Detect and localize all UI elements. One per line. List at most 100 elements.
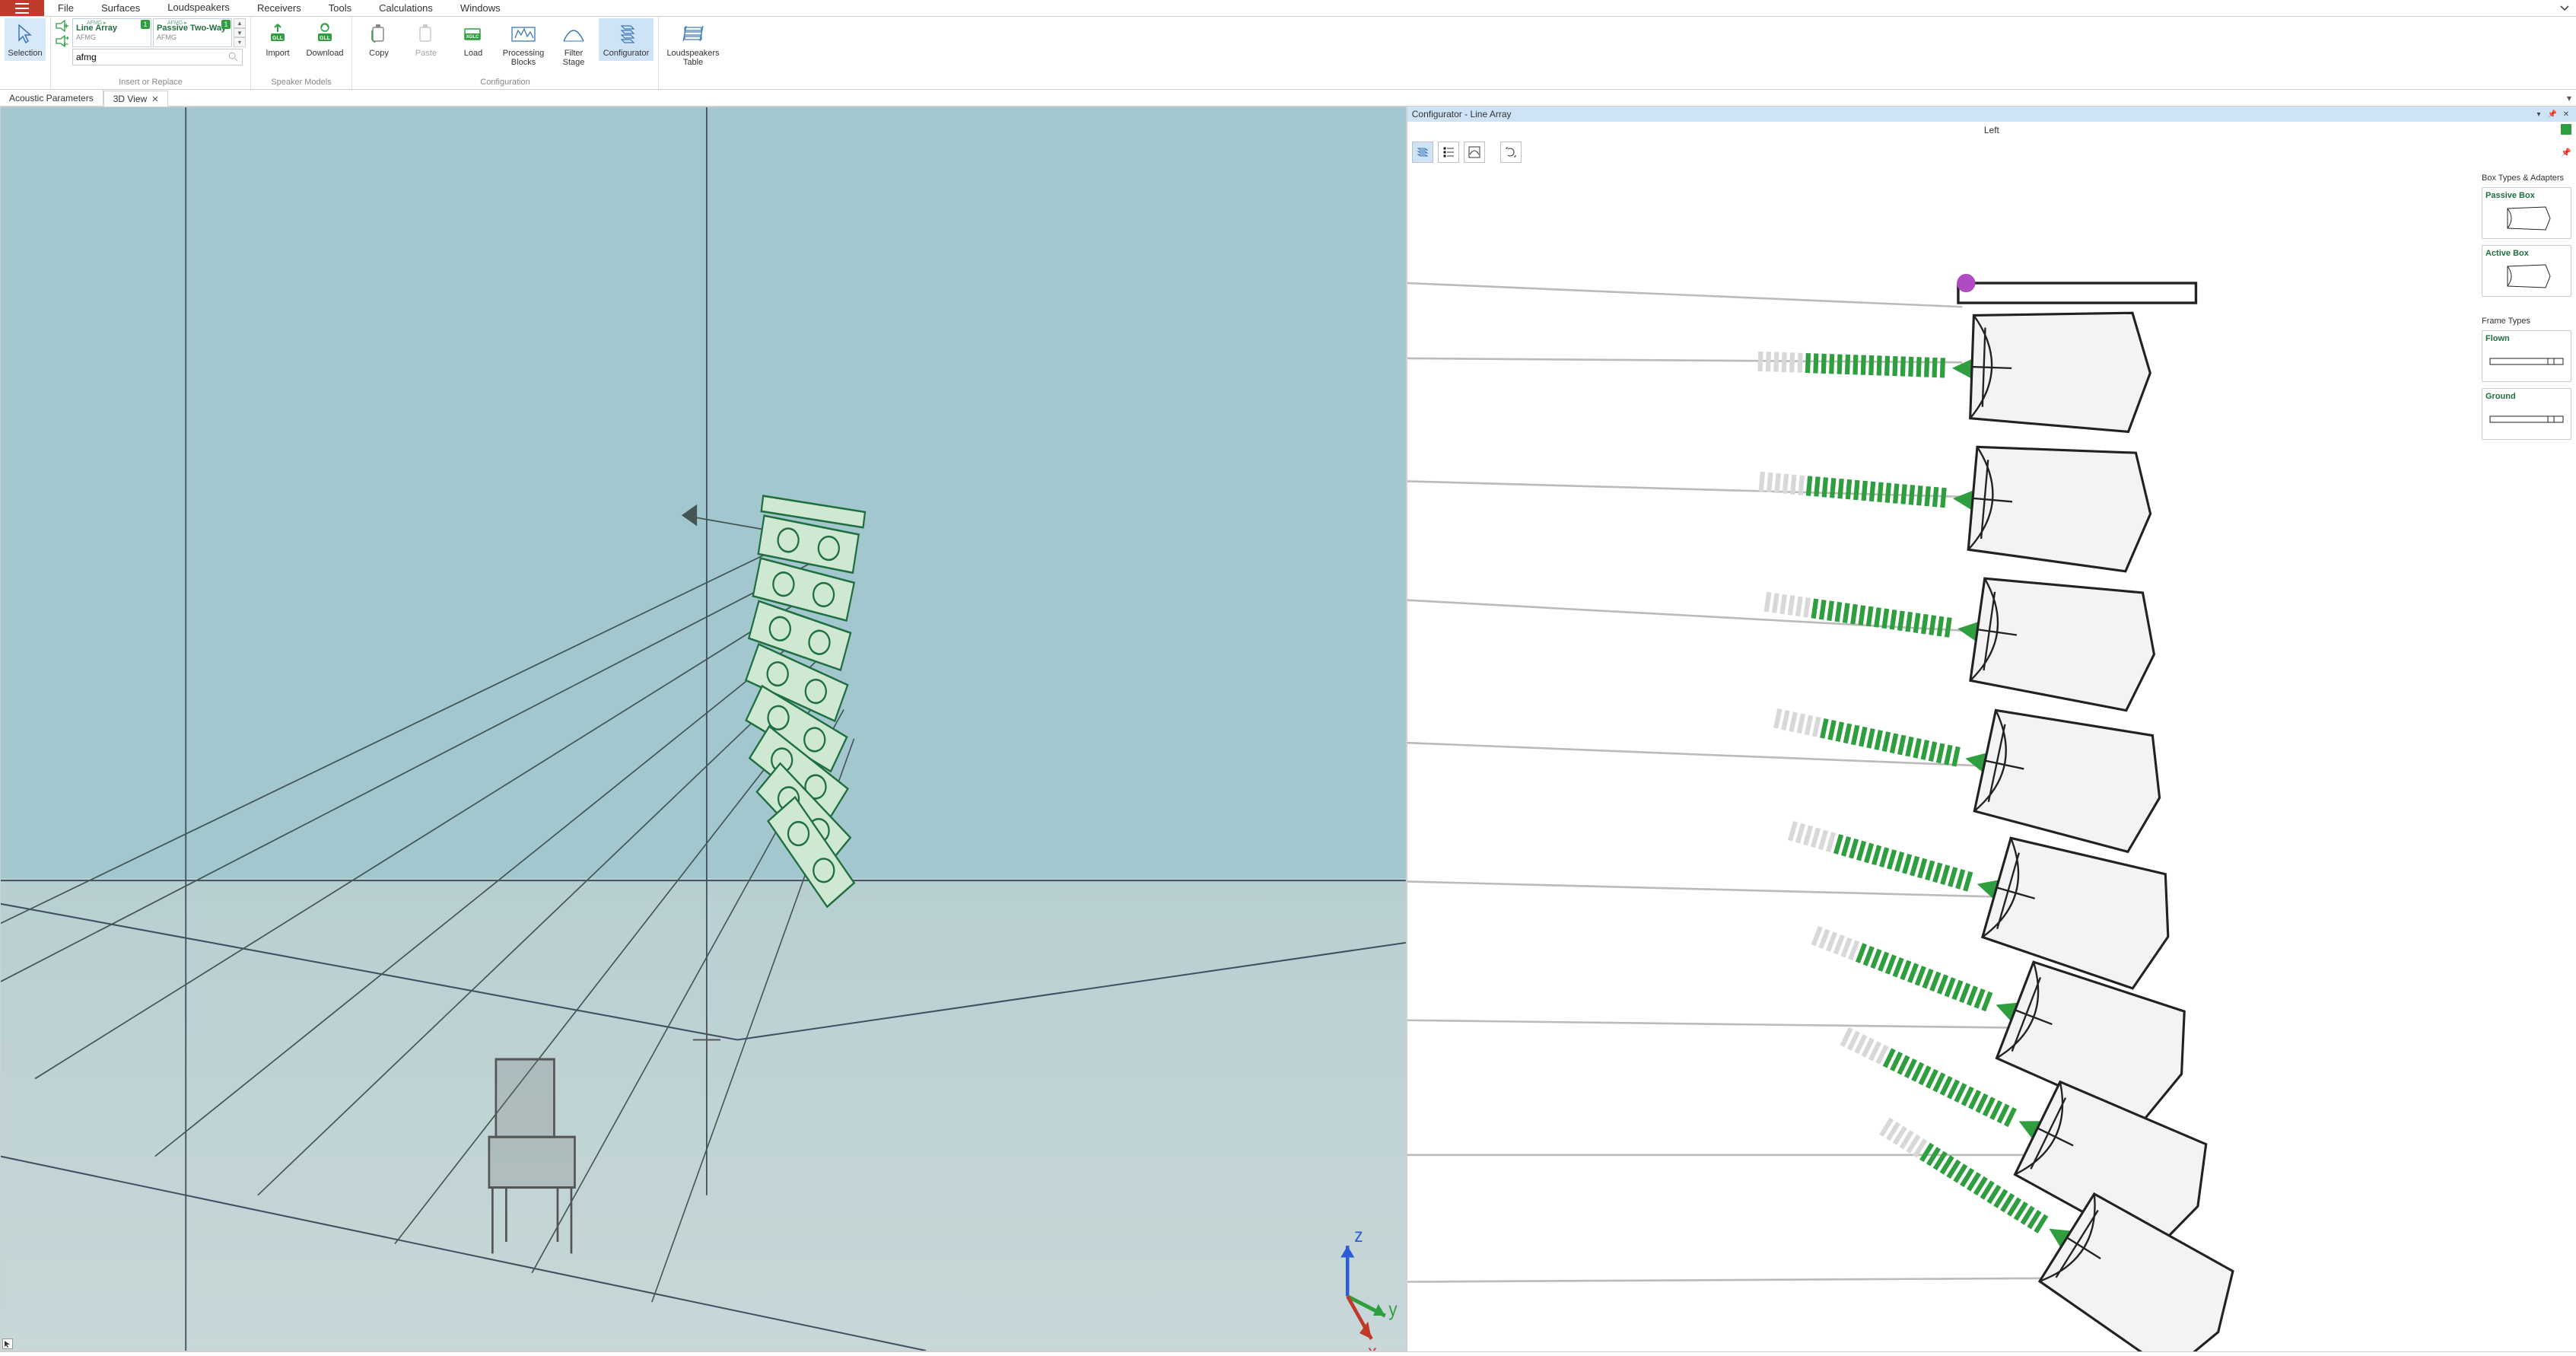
svg-text:XGLC: XGLC [466,35,479,40]
speaker-search[interactable] [72,49,243,65]
paste-button[interactable]: Paste [404,18,448,61]
frame-thumb [2485,404,2568,434]
hamburger-icon [15,3,29,14]
refresh-icon [1504,145,1518,159]
copy-icon [369,21,389,47]
box-type-active[interactable]: Active Box [2482,245,2571,297]
view-list-button[interactable] [1438,142,1459,163]
configurator-title: Configurator - Line Array [1412,109,1512,119]
cursor-icon [16,21,34,47]
load-button[interactable]: XGLC Load [451,18,495,61]
search-icon [228,52,239,62]
configurator-canvas[interactable]: [ {"x":278,"y":52,"rot":2}, {"x":280,"y"… [1407,166,2477,1351]
menu-tab-file[interactable]: File [44,0,87,16]
configurator-subtitle-row: Left [1407,122,2576,138]
panel-menu-button[interactable]: ▾ [2533,109,2544,119]
card-sub: AFMG [157,33,226,42]
doc-tab-dropdown[interactable]: ▾ [2562,93,2576,103]
processing-blocks-button[interactable]: Processing Blocks [498,18,549,70]
ribbon-group-models: GLL Import GLL Download Speaker Models [251,17,352,89]
copy-label: Copy [369,49,389,58]
status-bar [0,1351,2576,1356]
paste-icon [416,21,436,47]
viewport-3d[interactable]: z y x [0,107,1407,1351]
configurator-icon [615,21,637,47]
gallery-up[interactable]: ▲ [234,18,246,28]
speaker-card-passive-two-way[interactable]: AFMG ▸ 1 Passive Two-Way AFMG [153,18,232,47]
group-caption-insert: Insert or Replace [56,76,246,89]
speaker-add-icon [56,20,69,32]
menu-tab-receivers[interactable]: Receivers [243,0,315,16]
svg-text:GLL: GLL [272,36,284,41]
download-label: Download [307,49,344,58]
loudspeakers-table-button[interactable]: Loudspeakers Table [663,18,723,70]
selection-label: Selection [8,49,42,58]
frame-type-flown[interactable]: Flown [2482,330,2571,382]
processing-label: Processing Blocks [500,49,547,67]
gallery-more[interactable]: ▾ [234,37,246,47]
view-response-button[interactable] [1464,142,1485,163]
scene-3d: z y x [1,107,1406,1351]
paste-label: Paste [415,49,437,58]
doc-tab-3d-view[interactable]: 3D View ✕ [103,91,169,107]
gallery-down[interactable]: ▼ [234,28,246,38]
add-speaker-icons [56,18,69,47]
card-sub: AFMG [76,33,117,42]
selection-tool-button[interactable]: Selection [5,18,46,61]
configurator-body: [ {"x":278,"y":52,"rot":2}, {"x":280,"y"… [1407,166,2576,1351]
view-reset-button[interactable] [1500,142,1522,163]
table-label: Loudspeakers Table [665,49,721,67]
box-type-passive[interactable]: Passive Box [2482,187,2571,239]
box-types-heading: Box Types & Adapters [2482,173,2571,183]
card-badge: 1 [221,20,231,29]
configurator-button[interactable]: Configurator [599,18,654,61]
view-side-button[interactable] [1412,142,1433,163]
svg-text:z: z [1354,1225,1363,1247]
menu-tab-windows[interactable]: Windows [447,0,514,16]
import-label: Import [266,49,289,58]
ribbon: Selection AFMG ▸ 1 Line Array AFMG [0,17,2576,90]
download-button[interactable]: GLL Download [303,18,347,61]
frame-type-ground[interactable]: Ground [2482,388,2571,440]
frame-type-name: Flown [2485,334,2568,343]
ribbon-collapse-button[interactable] [2553,0,2576,16]
group-caption-models: Speaker Models [256,76,347,89]
box-type-name: Passive Box [2485,191,2568,200]
speaker-card-line-array[interactable]: AFMG ▸ 1 Line Array AFMG [72,18,151,47]
side-pin[interactable]: 📌 [2561,148,2571,158]
panel-close-button[interactable]: ✕ [2561,109,2571,119]
gallery-spin: ▲ ▼ ▾ [234,18,246,47]
doc-tab-acoustic-parameters[interactable]: Acoustic Parameters [0,90,103,106]
configurator-label: Configurator [603,49,650,58]
processing-icon [510,21,536,47]
speaker-search-input[interactable] [76,52,228,62]
filter-stage-button[interactable]: Filter Stage [552,18,596,70]
response-icon [1468,145,1481,159]
svg-text:y: y [1388,1299,1397,1321]
frame-thumb [2485,346,2568,377]
app-menu-button[interactable] [0,0,44,16]
configurator-sidebar: Box Types & Adapters Passive Box Active … [2477,166,2576,1351]
ribbon-group-insert: AFMG ▸ 1 Line Array AFMG AFMG ▸ 1 Passiv… [51,17,251,89]
import-icon: GLL [266,21,289,47]
menu-tab-surfaces[interactable]: Surfaces [87,0,154,16]
svg-text:x: x [1368,1342,1376,1351]
menu-tab-loudspeakers[interactable]: Loudspeakers [154,0,243,16]
panel-pin-button[interactable]: 📌 [2547,109,2558,119]
speaker-swap-icon [56,35,69,47]
ribbon-group-selection: Selection [0,17,51,89]
import-button[interactable]: GLL Import [256,18,300,61]
doc-tab-close[interactable]: ✕ [151,94,158,104]
copy-button[interactable]: Copy [357,18,401,61]
load-label: Load [464,49,482,58]
configurator-color-swatch[interactable] [2561,124,2571,135]
table-icon [682,21,704,47]
frame-types-heading: Frame Types [2482,317,2571,326]
menu-tab-calculations[interactable]: Calculations [365,0,447,16]
configurator-toolbar: 📌 [1407,138,2576,166]
configurator-subtitle: Left [1984,125,1999,135]
speaker-card-gallery: AFMG ▸ 1 Line Array AFMG AFMG ▸ 1 Passiv… [72,18,246,65]
filter-icon [562,21,585,47]
group-caption-config: Configuration [357,76,654,89]
menu-tab-tools[interactable]: Tools [315,0,365,16]
